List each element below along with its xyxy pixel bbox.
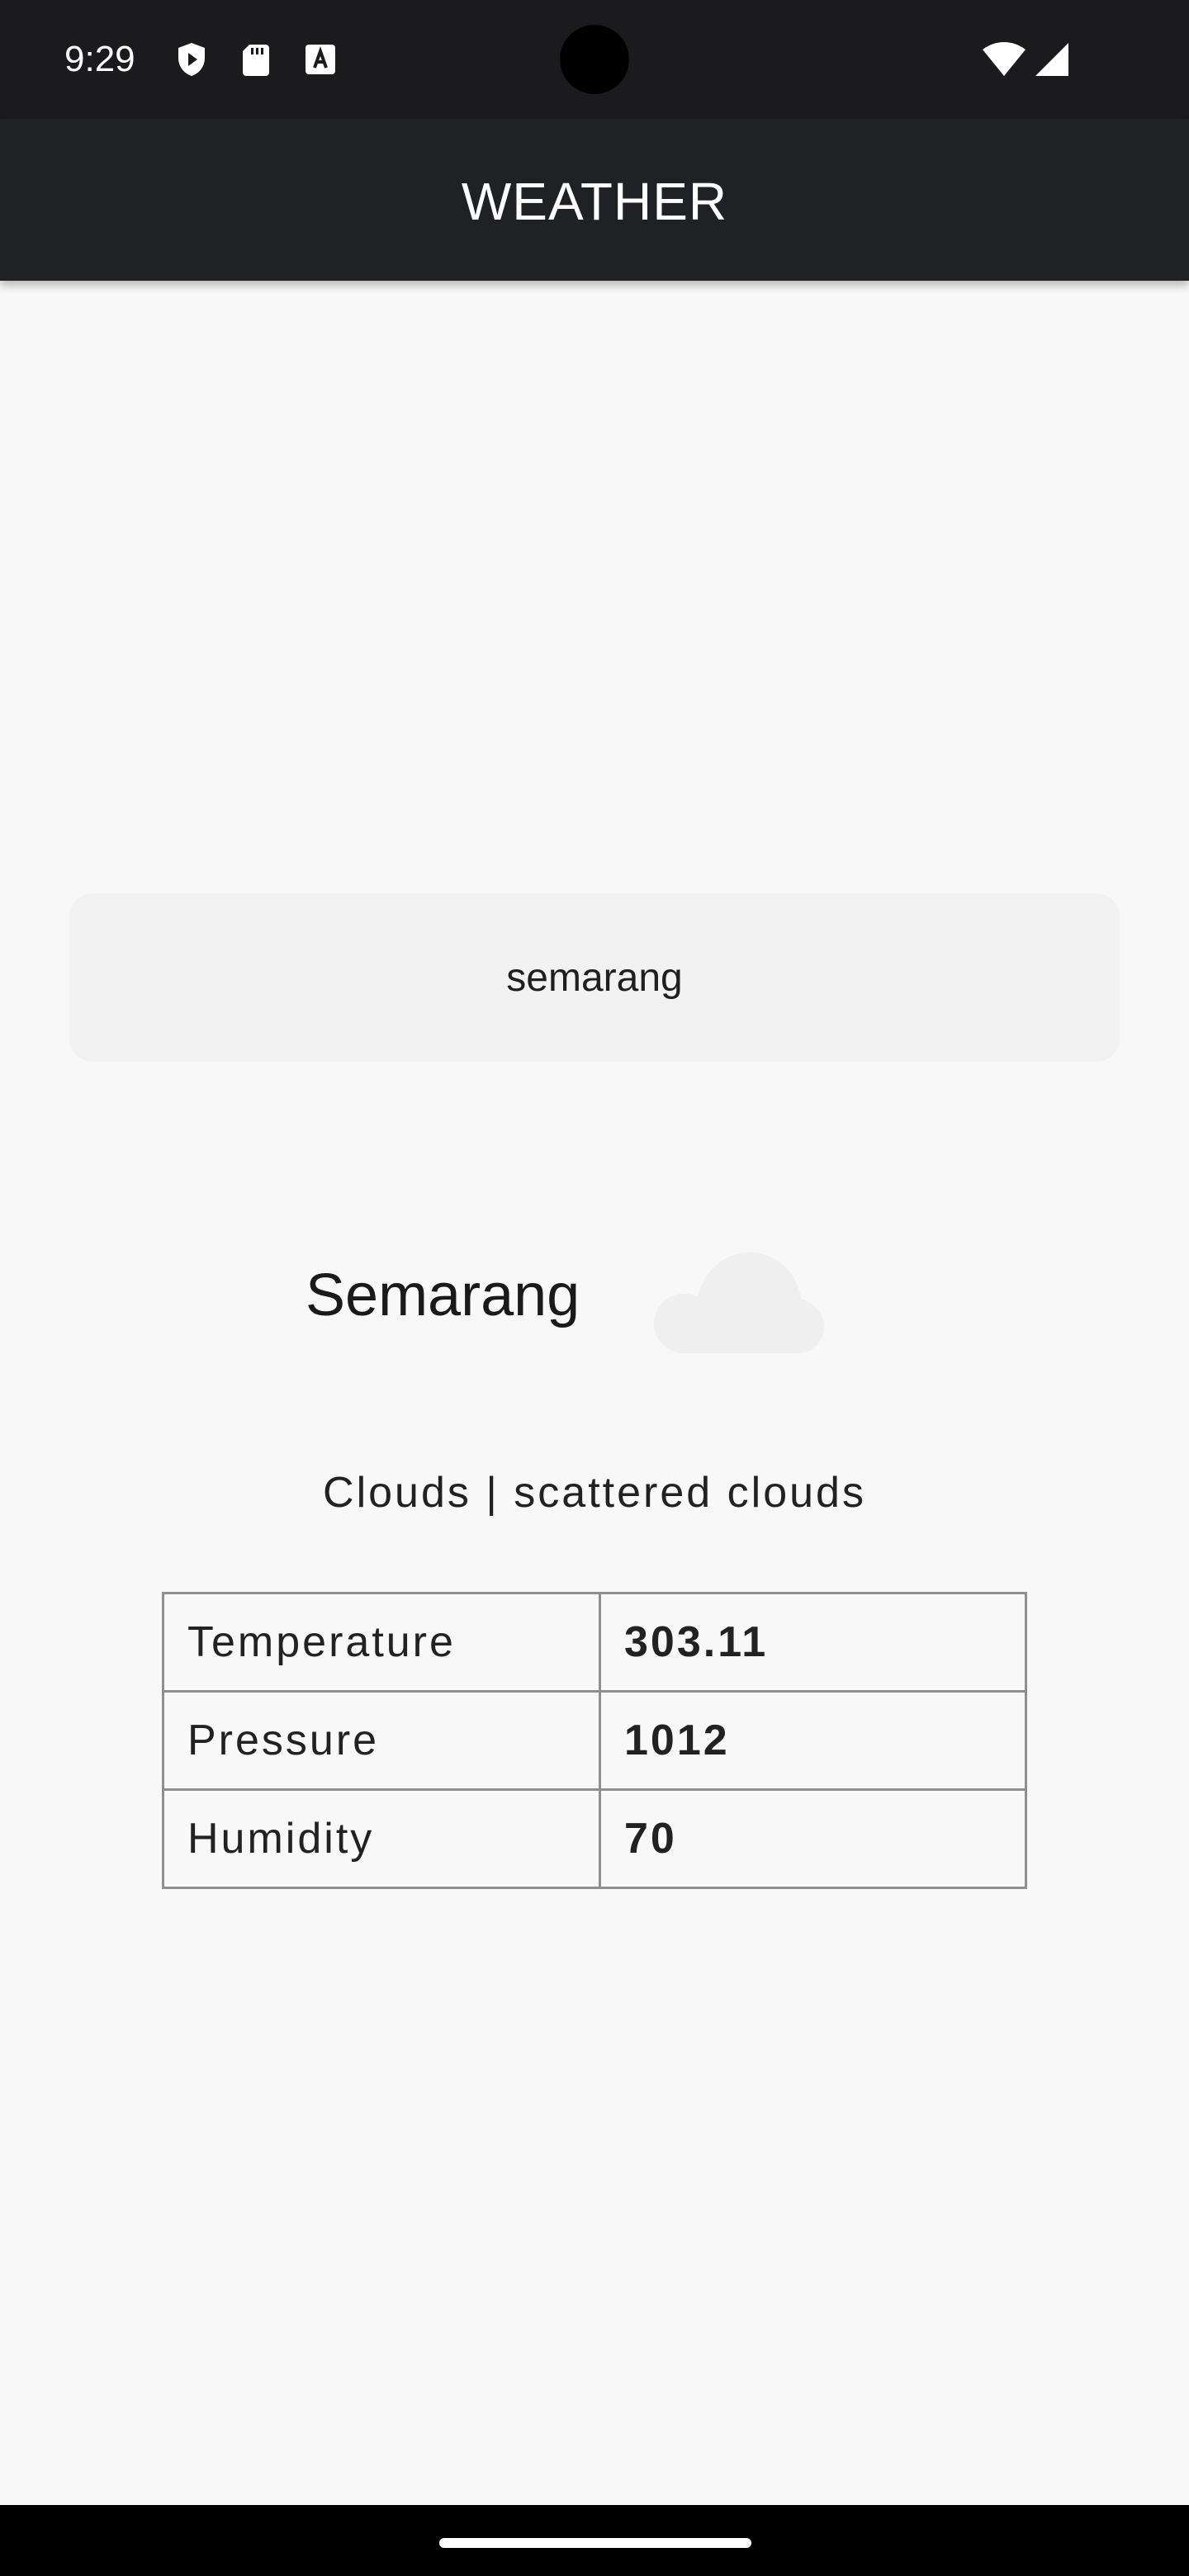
city-name: Semarang bbox=[306, 1262, 580, 1328]
cloud-icon bbox=[652, 1243, 826, 1358]
app-bar: WEATHER bbox=[0, 119, 1189, 281]
app-title: WEATHER bbox=[461, 172, 728, 231]
city-search-field[interactable] bbox=[69, 893, 1120, 1062]
table-row: Humidity 70 bbox=[162, 1788, 1027, 1889]
pressure-value: 1012 bbox=[599, 1690, 1027, 1791]
camera-cutout bbox=[560, 25, 629, 94]
shield-play-icon bbox=[172, 40, 211, 79]
table-row: Temperature 303.11 bbox=[162, 1592, 1027, 1693]
weather-details-table: Temperature 303.11 Pressure 1012 Humidit… bbox=[162, 1592, 1027, 1889]
weather-screen: 9:29 WEATHER semarang Semarang Clouds | … bbox=[0, 0, 1189, 2576]
sd-card-icon bbox=[236, 40, 276, 79]
weather-description: Clouds | scattered clouds bbox=[323, 1469, 866, 1517]
pressure-label: Pressure bbox=[162, 1690, 601, 1791]
table-row: Pressure 1012 bbox=[162, 1690, 1027, 1791]
city-search-input[interactable] bbox=[69, 893, 1120, 1062]
cellular-signal-icon bbox=[1032, 40, 1072, 79]
wifi-icon bbox=[981, 40, 1027, 79]
status-time: 9:29 bbox=[64, 39, 135, 79]
home-indicator[interactable] bbox=[439, 2538, 751, 2548]
navigation-bar bbox=[0, 2505, 1189, 2576]
humidity-value: 70 bbox=[599, 1788, 1027, 1889]
temperature-label: Temperature bbox=[162, 1592, 601, 1693]
font-a-icon bbox=[301, 40, 340, 79]
temperature-value: 303.11 bbox=[599, 1592, 1027, 1693]
humidity-label: Humidity bbox=[162, 1788, 601, 1889]
status-bar: 9:29 bbox=[0, 0, 1189, 119]
